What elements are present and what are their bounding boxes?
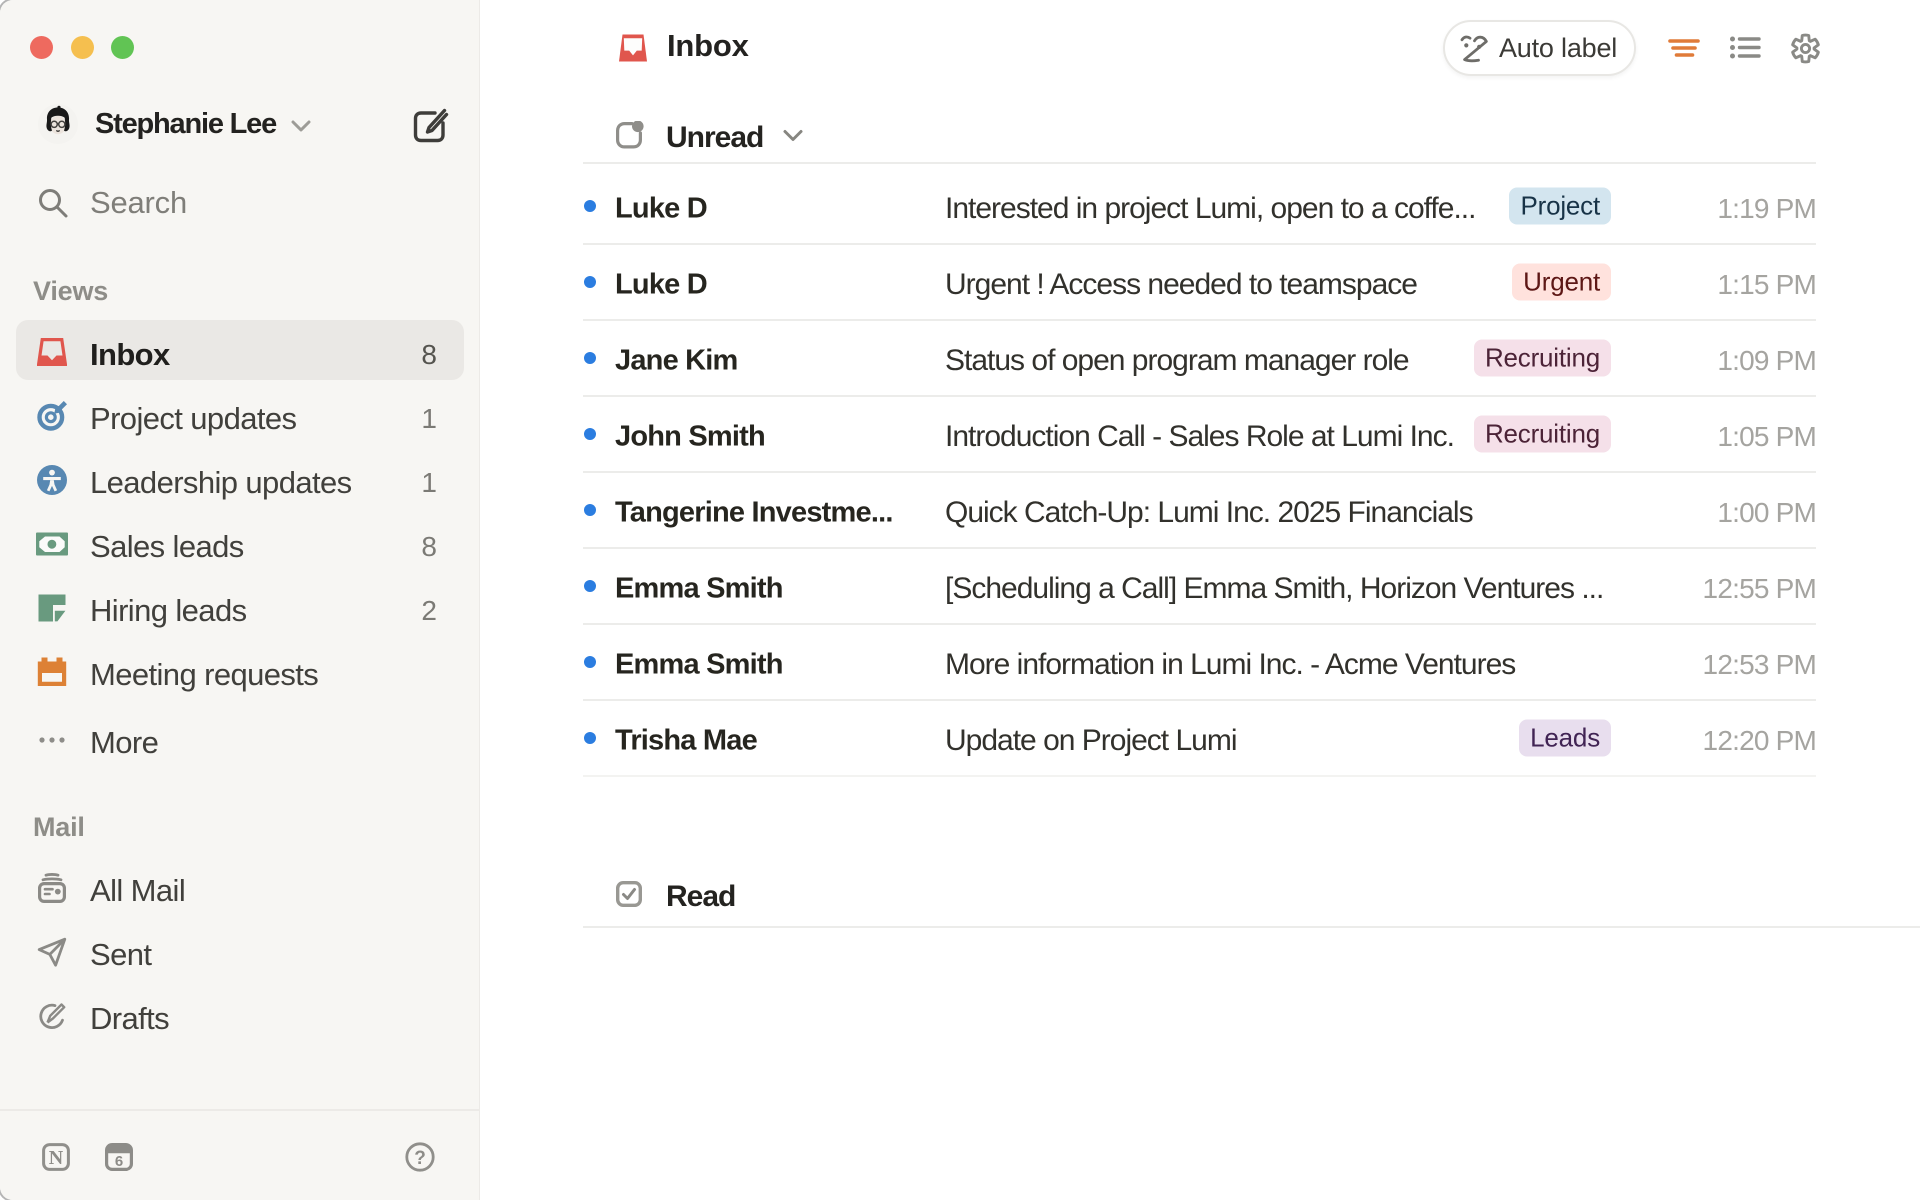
svg-text:N: N xyxy=(49,1147,64,1169)
svg-text:6: 6 xyxy=(115,1153,123,1170)
svg-text:?: ? xyxy=(414,1148,426,1169)
